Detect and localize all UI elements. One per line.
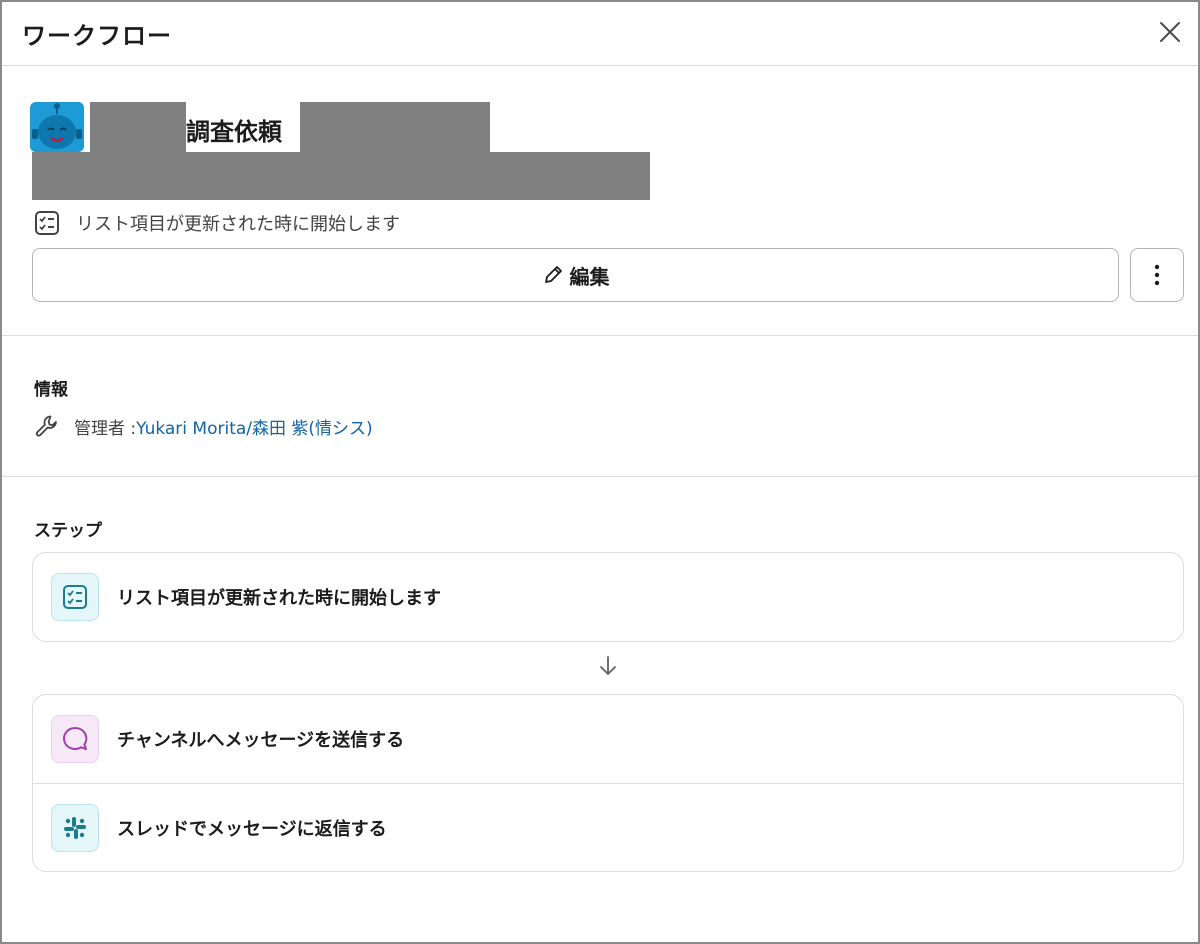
edit-button[interactable]: 編集 xyxy=(32,248,1119,302)
redacted-description xyxy=(32,152,650,200)
trigger-description: リスト項目が更新された時に開始します xyxy=(76,214,400,235)
trigger-row: リスト項目が更新された時に開始します xyxy=(34,210,400,236)
workflow-summary: 調査依頼 リスト項目が更新された時に開始します 編集 xyxy=(2,66,1198,336)
steps-heading: ステップ xyxy=(34,521,102,541)
bot-avatar-icon xyxy=(30,102,84,152)
arrow-down-icon xyxy=(600,656,616,675)
admin-label: 管理者 : xyxy=(74,418,137,439)
vertical-ellipsis-icon xyxy=(1154,264,1160,286)
panel-title: ワークフロー xyxy=(22,22,172,50)
admin-row: 管理者 : Yukari Morita/森田 紫(情シス) xyxy=(34,413,373,439)
info-section: 情報 管理者 : Yukari Morita/森田 紫(情シス) xyxy=(2,337,1198,477)
info-heading: 情報 xyxy=(34,380,68,400)
close-button[interactable] xyxy=(1156,18,1184,46)
step-item[interactable]: リスト項目が更新された時に開始します xyxy=(33,553,1183,641)
trigger-step-card: リスト項目が更新された時に開始します xyxy=(32,552,1184,642)
step-item[interactable]: チャンネルへメッセージを送信する xyxy=(33,695,1183,783)
redacted-name-prefix xyxy=(90,102,186,152)
admin-user-link[interactable]: Yukari Morita/森田 紫(情シス) xyxy=(136,414,373,439)
action-steps-card: チャンネルへメッセージを送信する スレッドでメッセージに返信する xyxy=(32,694,1184,872)
more-options-button[interactable] xyxy=(1130,248,1184,302)
steps-section: ステップ リスト項目が更新された時に開始します チャンネルへメッセージを送信する… xyxy=(2,478,1198,942)
slack-logo-icon xyxy=(51,803,99,852)
workflow-name: 調査依頼 xyxy=(186,118,282,146)
list-checklist-icon xyxy=(35,211,59,235)
wrench-icon xyxy=(35,415,57,437)
step-item[interactable]: スレッドでメッセージに返信する xyxy=(33,783,1183,871)
step-label: リスト項目が更新された時に開始します xyxy=(117,588,441,609)
edit-button-label: 編集 xyxy=(569,264,610,289)
step-label: チャンネルへメッセージを送信する xyxy=(117,730,405,751)
message-bubble-icon xyxy=(51,715,99,763)
list-checklist-icon xyxy=(51,573,99,621)
redacted-name-suffix xyxy=(300,102,490,152)
workflow-panel: ワークフロー 調査依頼 リスト項目が更新された時に開始します 編集 情報 管理者… xyxy=(0,0,1200,944)
step-label: スレッドでメッセージに返信する xyxy=(117,818,387,840)
close-icon xyxy=(1160,22,1180,42)
pencil-icon xyxy=(544,266,562,283)
panel-header: ワークフロー xyxy=(2,2,1198,66)
